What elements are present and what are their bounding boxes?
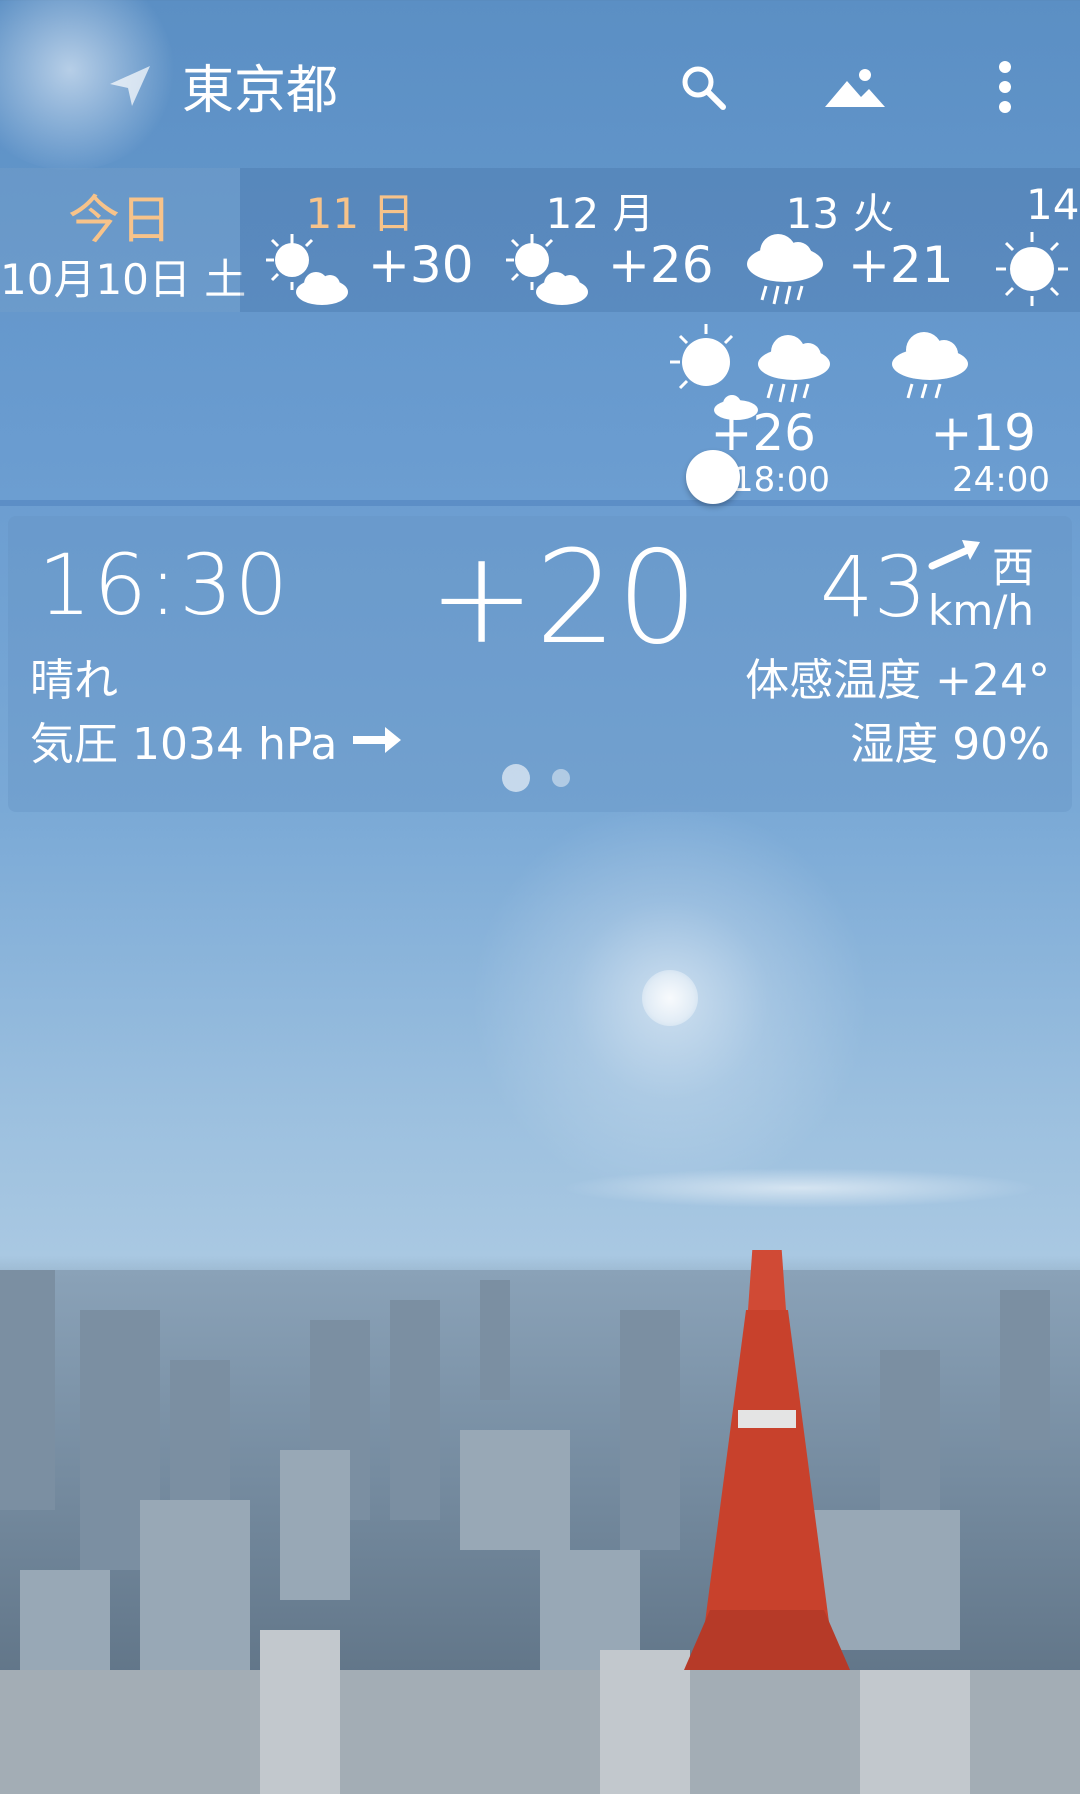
hour-forecast[interactable]: +19 24:00: [880, 312, 1050, 502]
hourly-forecast[interactable]: +26 18:00 +19 24:00: [0, 312, 1080, 502]
page-indicator[interactable]: [502, 764, 570, 792]
wind-unit: km/h: [928, 586, 1035, 635]
hour-time: 24:00: [952, 460, 1050, 500]
humidity: 湿度 90%: [850, 719, 1050, 770]
hour-time: 18:00: [732, 460, 830, 500]
daily-forecast-strip[interactable]: 今日 10月10日 土 11 日 +30 12 月 +26 13 火 +21 1…: [0, 168, 1080, 312]
sun-cloud-icon: [266, 234, 348, 305]
day-forecast[interactable]: 13 火 +21: [720, 168, 960, 312]
rain-icon: [747, 234, 823, 305]
landscape-icon: [825, 69, 885, 107]
wind-speed: 43: [820, 538, 927, 636]
today-date: 10月10日 土: [0, 255, 247, 304]
day-forecast[interactable]: 14: [960, 168, 1080, 312]
sun-icon: [996, 232, 1068, 306]
app-bar: 東京都: [0, 0, 1080, 168]
pressure-row: 気圧 1034 hPa: [30, 708, 403, 772]
city-name[interactable]: 東京都: [182, 48, 338, 123]
day-forecast[interactable]: 11 日 +30: [240, 168, 480, 312]
current-conditions-card[interactable]: 16:30 +20 43 西 km/h 晴れ 体感温度 +24° 気圧 1034…: [8, 516, 1072, 812]
current-temperature: +20: [428, 524, 699, 673]
day-forecast[interactable]: 12 月 +26: [480, 168, 720, 312]
weather-condition: 晴れ: [30, 655, 118, 706]
background-button[interactable]: [820, 52, 890, 122]
page-dot[interactable]: [552, 769, 570, 787]
hour-temp: +19: [930, 404, 1036, 462]
city-skyline-background: [0, 1250, 1080, 1794]
page-dot-active[interactable]: [502, 764, 530, 792]
feels-like: 体感温度 +24°: [745, 655, 1050, 706]
pressure-value: 気圧 1034 hPa: [30, 719, 338, 770]
today-label: 今日: [67, 191, 172, 251]
current-time: 16:30: [38, 536, 291, 634]
more-options-button[interactable]: [970, 52, 1040, 122]
wind-direction-icon: [928, 540, 980, 570]
search-button[interactable]: [668, 52, 738, 122]
search-icon: [682, 66, 726, 110]
day-temp: +26: [608, 236, 714, 294]
cloud-streak: [560, 1168, 1040, 1208]
sun-cloud-icon: [506, 234, 588, 305]
location-arrow-icon[interactable]: [104, 62, 154, 112]
day-temp: +21: [848, 236, 954, 294]
more-vert-icon: [999, 61, 1011, 113]
sun-disc: [642, 970, 698, 1026]
current-time-marker[interactable]: [686, 450, 740, 504]
day-temp: +30: [368, 236, 474, 294]
day-label: 14: [1026, 180, 1080, 229]
day-today[interactable]: 今日 10月10日 土: [0, 168, 247, 312]
hourly-timeline-bar: [0, 500, 1080, 506]
pressure-trend-icon: [353, 727, 402, 753]
